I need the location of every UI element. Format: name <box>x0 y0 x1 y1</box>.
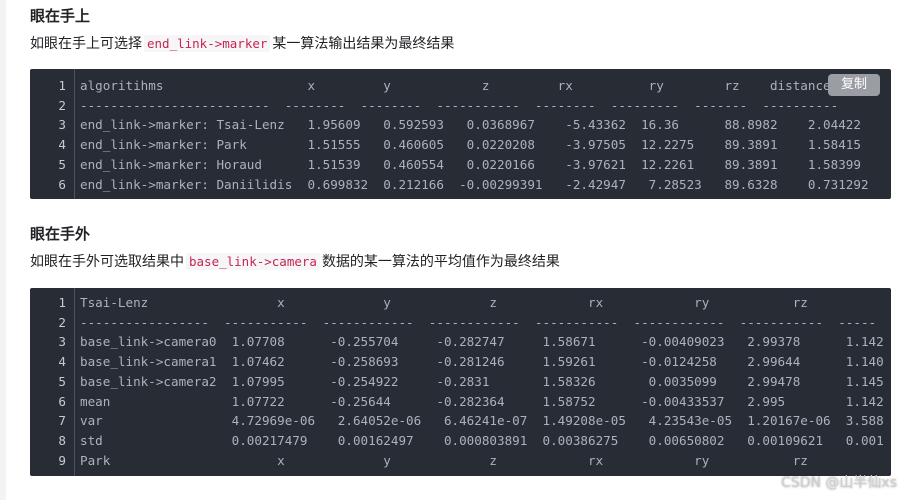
code-text: Tsai-Lenz x y z rx ry rz <box>80 295 808 310</box>
line-number: 1 <box>58 295 66 310</box>
left-strip <box>0 0 6 500</box>
line-number: 3 <box>58 117 66 133</box>
code-text: std 0.00217479 0.00162497 0.000803891 0.… <box>80 432 884 448</box>
copy-button[interactable]: 复制 <box>828 74 880 96</box>
inline-code-end-link: end_link->marker <box>144 35 271 52</box>
line-number: 7 <box>58 413 66 429</box>
code-text: mean 1.07722 -0.25644 -0.282364 1.58752 … <box>80 393 884 409</box>
section-heading-eye-in-hand: 眼在手上 <box>30 7 91 25</box>
para-text-before: 如眼在手上可选择 <box>30 36 142 52</box>
line-number: 8 <box>58 432 66 448</box>
code-block-eye-in-hand[interactable]: 1 algoritihms x y z rx ry rz distance 2 --… <box>30 69 891 199</box>
line-number: 3 <box>58 334 66 350</box>
line-number: 6 <box>58 176 66 192</box>
code-text: Park x y z rx ry rz <box>80 452 808 468</box>
code-text: base_link->camera1 1.07462 -0.258693 -0.… <box>80 354 884 370</box>
line-number: 5 <box>58 373 66 389</box>
line-number: 2 <box>58 97 66 113</box>
para-text-after: 某一算法输出结果为最终结果 <box>272 36 455 52</box>
code-text: end_link->marker: Park 1.51555 0.460605 … <box>80 137 861 153</box>
para-text-after: 数据的某一算法的平均值作为最终结果 <box>321 254 560 270</box>
code-text: base_link->camera0 1.07708 -0.255704 -0.… <box>80 334 884 350</box>
section-heading-eye-to-hand: 眼在手外 <box>30 225 91 243</box>
line-number: 9 <box>58 452 66 468</box>
line-number: 5 <box>58 156 66 172</box>
code-text: end_link->marker: Daniilidis 0.699832 0.… <box>80 176 869 192</box>
section-paragraph-eye-in-hand: 如眼在手上可选择 end_link->marker 某一算法输出结果为最终结果 <box>30 33 454 53</box>
line-number: 4 <box>58 354 66 370</box>
code-text: algoritihms x y z rx ry rz distance <box>80 78 831 93</box>
inline-code-base-link: base_link->camera <box>186 253 320 270</box>
code-text: end_link->marker: Horaud 1.51539 0.46055… <box>80 156 861 172</box>
code-text: var 4.72969e-06 2.64052e-06 6.46241e-07 … <box>80 413 884 429</box>
code-block-eye-to-hand[interactable]: 1 Tsai-Lenz x y z rx ry rz 2 -------------… <box>30 288 891 476</box>
line-number: 4 <box>58 137 66 153</box>
line-number: 2 <box>58 314 66 330</box>
line-number: 1 <box>58 78 66 93</box>
code-text: ----------------- ----------- ----------… <box>80 314 877 330</box>
section-paragraph-eye-to-hand: 如眼在手外可选取结果中 base_link->camera 数据的某一算法的平均值作… <box>30 251 560 271</box>
code-text: end_link->marker: Tsai-Lenz 1.95609 0.59… <box>80 117 861 133</box>
code-text: ------------------------- -------- -----… <box>80 97 839 113</box>
para-text-before: 如眼在手外可选取结果中 <box>30 254 184 270</box>
watermark: CSDN @山半仙xs <box>781 475 897 491</box>
code-text: base_link->camera2 1.07995 -0.254922 -0.… <box>80 373 884 389</box>
line-number: 6 <box>58 393 66 409</box>
